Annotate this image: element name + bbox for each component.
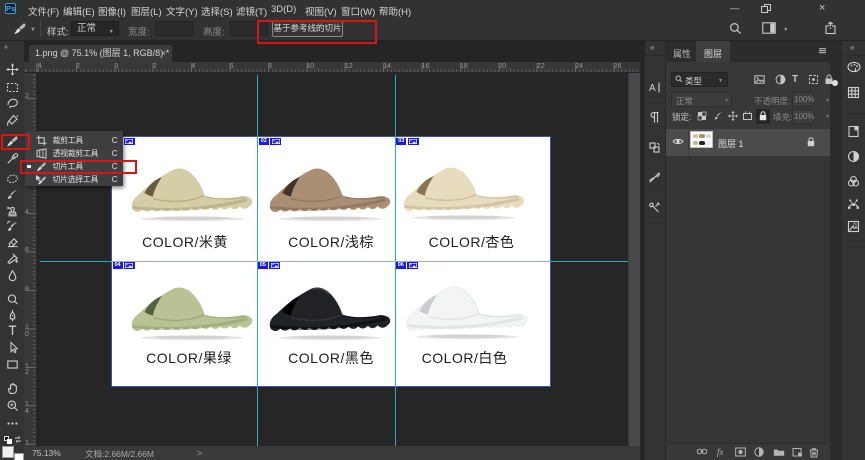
svg-text:fx: fx [717, 447, 724, 457]
svg-text:A: A [649, 83, 656, 94]
svg-text:fx: fx [853, 221, 858, 228]
